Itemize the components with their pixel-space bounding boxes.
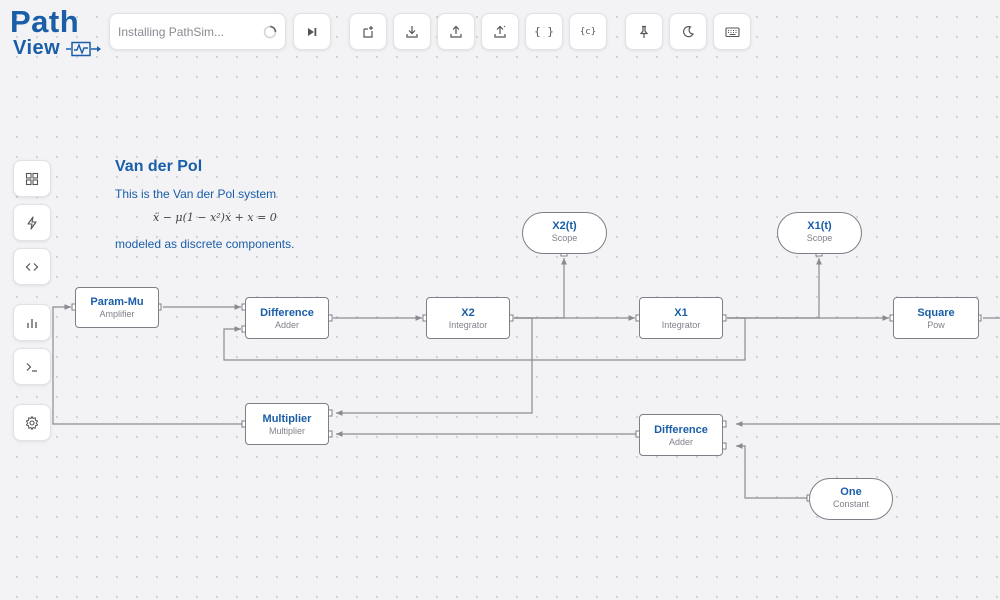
terminal-icon xyxy=(26,362,37,372)
block-type: Multiplier xyxy=(268,426,305,436)
block-name: One xyxy=(840,486,862,498)
block-type: Scope xyxy=(551,233,578,243)
code-braces-icon: {c} xyxy=(579,26,597,37)
upload-button[interactable] xyxy=(437,13,475,50)
new-file-icon xyxy=(363,25,373,38)
code-export-button[interactable]: {c} xyxy=(569,13,607,50)
export-button[interactable] xyxy=(481,13,519,50)
block-name: X2(t) xyxy=(552,220,577,232)
dark-mode-button[interactable] xyxy=(669,13,707,50)
wire-x1-scope xyxy=(727,258,822,319)
download-icon xyxy=(406,25,418,38)
block-name: X1 xyxy=(674,307,688,319)
events-button[interactable] xyxy=(13,204,51,241)
block-type: Pow xyxy=(927,320,945,330)
pin-button[interactable] xyxy=(625,13,663,50)
block-type: Integrator xyxy=(661,320,701,330)
braces-icon: { } xyxy=(534,25,554,38)
note-description-2: modeled as discrete components. xyxy=(115,237,295,251)
note-description: This is the Van der Pol system xyxy=(115,187,277,201)
van-der-pol-note[interactable]: Van der Pol This is the Van der Pol syst… xyxy=(115,158,335,251)
block-name: Square xyxy=(917,307,955,319)
json-button[interactable]: { } xyxy=(525,13,563,50)
block-x2[interactable]: X2 Integrator xyxy=(426,297,510,339)
new-file-button[interactable] xyxy=(349,13,387,50)
block-type: Scope xyxy=(806,233,833,243)
plot-button[interactable] xyxy=(13,304,51,341)
code-icon xyxy=(25,262,39,271)
block-x2-scope[interactable]: X2(t) Scope xyxy=(522,212,607,254)
wire-x2-scope xyxy=(514,258,567,319)
block-name: Param-Mu xyxy=(90,296,144,308)
block-one-constant[interactable]: One Constant xyxy=(809,478,893,520)
pin-icon xyxy=(639,25,649,38)
moon-icon xyxy=(683,25,694,37)
skip-forward-icon xyxy=(308,27,317,36)
block-square[interactable]: Square Pow xyxy=(893,297,979,339)
keyboard-button[interactable] xyxy=(713,13,751,50)
block-name: Difference xyxy=(260,307,314,319)
block-type: Adder xyxy=(668,437,694,447)
block-type: Adder xyxy=(274,320,300,330)
loading-spinner-icon xyxy=(263,25,277,39)
block-multiplier[interactable]: Multiplier Multiplier xyxy=(245,403,329,445)
block-type: Constant xyxy=(832,499,870,509)
block-name: X2 xyxy=(461,307,475,319)
lightning-icon xyxy=(27,215,37,230)
bar-chart-icon xyxy=(27,318,37,328)
note-equation: ẍ − μ(1 − x²)ẋ + x = 0 xyxy=(153,211,277,224)
block-name: X1(t) xyxy=(807,220,832,232)
pathview-logo: Path View xyxy=(10,4,102,59)
block-name: Difference xyxy=(654,424,708,436)
upload-icon xyxy=(450,25,462,38)
run-step-button[interactable] xyxy=(293,13,331,50)
download-button[interactable] xyxy=(393,13,431,50)
code-button[interactable] xyxy=(13,248,51,285)
install-status-box: Installing PathSim... xyxy=(109,13,286,50)
logo-wave-icon xyxy=(66,41,101,57)
keyboard-icon xyxy=(724,26,740,37)
console-button[interactable] xyxy=(13,348,51,385)
settings-button[interactable] xyxy=(13,404,51,441)
block-x1[interactable]: X1 Integrator xyxy=(639,297,723,339)
grid-icon xyxy=(25,172,39,185)
export-icon xyxy=(494,25,506,38)
block-type: Integrator xyxy=(448,320,488,330)
gear-icon xyxy=(25,415,39,430)
logo-text-view: View xyxy=(13,37,61,59)
block-type: Amplifier xyxy=(99,309,135,319)
block-param-mu[interactable]: Param-Mu Amplifier xyxy=(75,287,159,328)
wire-one-difference xyxy=(736,443,807,499)
logo-text-path: Path xyxy=(10,4,80,39)
note-title: Van der Pol xyxy=(115,158,203,175)
block-name: Multiplier xyxy=(262,413,312,425)
install-status-text: Installing PathSim... xyxy=(118,25,225,39)
block-difference-top[interactable]: Difference Adder xyxy=(245,297,329,339)
block-difference-bottom[interactable]: Difference Adder xyxy=(639,414,723,456)
blocks-button[interactable] xyxy=(13,160,51,197)
block-x1-scope[interactable]: X1(t) Scope xyxy=(777,212,862,254)
